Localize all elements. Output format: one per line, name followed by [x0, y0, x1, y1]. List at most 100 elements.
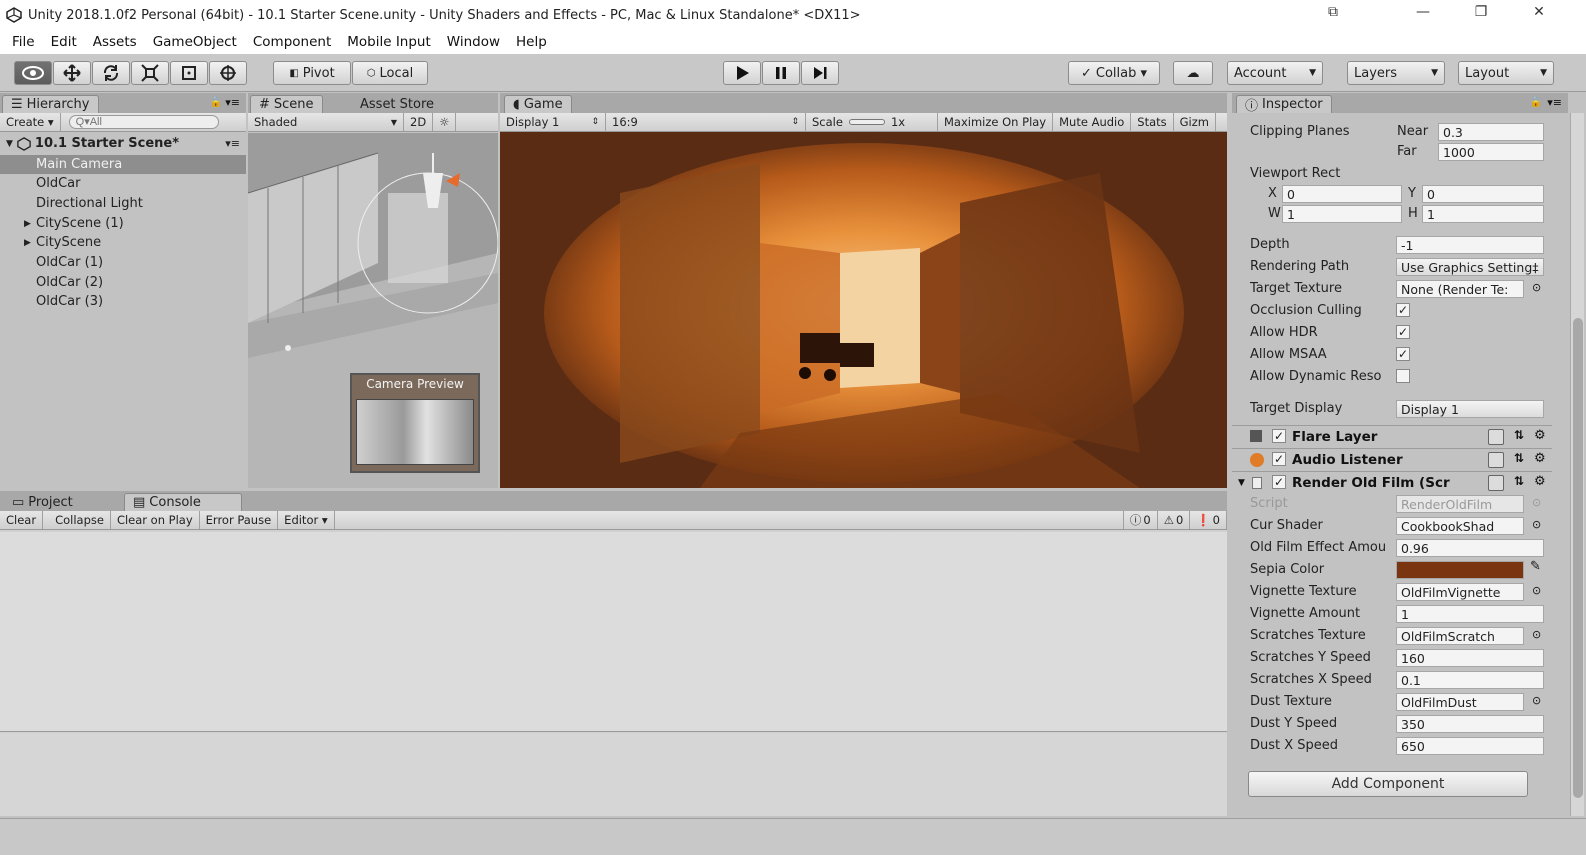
- scene-root-row[interactable]: ▼ 10.1 Starter Scene* ▾≡: [0, 134, 246, 153]
- tab-game[interactable]: ◖ Game: [504, 95, 572, 113]
- tab-console[interactable]: ▤ Console: [124, 493, 242, 511]
- scale-tool-button[interactable]: [131, 61, 169, 85]
- allow-hdr-checkbox[interactable]: ✓: [1396, 325, 1410, 339]
- menu-gameobject[interactable]: GameObject: [145, 34, 245, 50]
- menu-file[interactable]: File: [4, 34, 43, 50]
- panel-menu-icon[interactable]: ▾≡: [1547, 96, 1562, 109]
- audio-listener-checkbox[interactable]: ✓: [1272, 452, 1286, 466]
- presets-icon[interactable]: ⇅: [1514, 428, 1524, 442]
- occlusion-culling-checkbox[interactable]: ✓: [1396, 303, 1410, 317]
- clear-on-play-toggle[interactable]: Clear on Play: [111, 511, 200, 529]
- menu-edit[interactable]: Edit: [43, 34, 85, 50]
- near-field[interactable]: 0.3: [1438, 123, 1544, 141]
- tab-hierarchy[interactable]: ☰ Hierarchy: [2, 95, 99, 113]
- help-book-icon[interactable]: [1488, 452, 1504, 468]
- lighting-toggle-icon[interactable]: ☼: [433, 113, 457, 131]
- inspector-scrollbar[interactable]: [1570, 113, 1584, 816]
- slider-track[interactable]: [848, 119, 885, 125]
- local-toggle[interactable]: ⬡ Local: [352, 61, 428, 85]
- far-field[interactable]: 1000: [1438, 143, 1544, 161]
- collab-dropdown[interactable]: ✓ Collab ▾: [1068, 61, 1160, 85]
- viewport-y-field[interactable]: 0: [1422, 185, 1544, 203]
- layers-dropdown[interactable]: Layers ▼: [1347, 61, 1445, 85]
- scene-menu-icon[interactable]: ▾≡: [225, 137, 240, 150]
- pause-button[interactable]: [762, 61, 800, 85]
- panel-menu-icon[interactable]: ▾≡: [225, 96, 240, 109]
- object-picker-icon[interactable]: ⊙: [1532, 518, 1541, 531]
- target-display-dropdown[interactable]: Display 1: [1396, 400, 1544, 418]
- lock-icon[interactable]: 🔒: [210, 97, 222, 108]
- clear-button[interactable]: Clear: [0, 511, 44, 529]
- audio-listener-header[interactable]: ✓ Audio Listener ⇅ ⚙: [1232, 448, 1552, 470]
- menu-assets[interactable]: Assets: [85, 34, 145, 50]
- step-button[interactable]: [801, 61, 839, 85]
- flare-layer-checkbox[interactable]: ✓: [1272, 429, 1286, 443]
- menu-component[interactable]: Component: [245, 34, 339, 50]
- scratches-y-speed-field[interactable]: 160: [1396, 649, 1544, 667]
- warning-count-toggle[interactable]: ⚠ 0: [1158, 511, 1191, 529]
- display-dropdown[interactable]: Display 1 ⇕: [500, 113, 606, 131]
- list-item[interactable]: Directional Light: [0, 194, 246, 213]
- viewport-w-field[interactable]: 1: [1282, 205, 1402, 223]
- info-count-toggle[interactable]: ⓘ 0: [1122, 511, 1158, 529]
- console-detail-area[interactable]: [0, 733, 1227, 816]
- list-item[interactable]: OldCar (1): [0, 253, 246, 272]
- expand-arrow-icon[interactable]: ▶: [24, 238, 31, 248]
- tab-scene[interactable]: # Scene: [250, 95, 323, 113]
- add-component-button[interactable]: Add Component: [1248, 771, 1528, 797]
- console-log-area[interactable]: [0, 532, 1227, 732]
- list-item[interactable]: ▶ CityScene (1): [0, 214, 246, 233]
- tab-inspector[interactable]: ⓘ Inspector: [1236, 95, 1332, 114]
- flare-layer-header[interactable]: ✓ Flare Layer ⇅ ⚙: [1232, 425, 1552, 447]
- object-picker-icon[interactable]: ⊙: [1532, 584, 1541, 597]
- dust-y-speed-field[interactable]: 350: [1396, 715, 1544, 733]
- error-pause-toggle[interactable]: Error Pause: [200, 511, 279, 529]
- presets-icon[interactable]: ⇅: [1514, 451, 1524, 465]
- list-item[interactable]: OldCar (2): [0, 273, 246, 292]
- object-picker-icon[interactable]: ⊙: [1532, 628, 1541, 641]
- maximize-on-play-toggle[interactable]: Maximize On Play: [938, 113, 1054, 131]
- gear-icon[interactable]: ⚙: [1534, 428, 1546, 443]
- object-picker-icon[interactable]: ⊙: [1532, 694, 1541, 707]
- dust-texture-field[interactable]: OldFilmDust: [1396, 693, 1524, 711]
- restore-layout-icon[interactable]: ⧉: [1318, 4, 1348, 20]
- expand-arrow-icon[interactable]: ▼: [1238, 478, 1245, 488]
- mode-2d-toggle[interactable]: 2D: [404, 113, 434, 131]
- rotate-tool-button[interactable]: [92, 61, 130, 85]
- pivot-toggle[interactable]: ◧ Pivot: [273, 61, 351, 85]
- aspect-dropdown[interactable]: 16:9 ⇕: [606, 113, 806, 131]
- collapse-toggle[interactable]: Collapse: [49, 511, 111, 529]
- list-item[interactable]: OldCar (3): [0, 292, 246, 311]
- menu-window[interactable]: Window: [439, 34, 508, 50]
- move-tool-button[interactable]: [53, 61, 91, 85]
- scrollbar-thumb[interactable]: [1573, 318, 1583, 798]
- expand-arrow-icon[interactable]: ▶: [24, 219, 31, 229]
- vignette-texture-field[interactable]: OldFilmVignette: [1396, 583, 1524, 601]
- transform-tool-button[interactable]: [209, 61, 247, 85]
- create-dropdown[interactable]: Create ▾: [0, 113, 61, 131]
- render-old-film-header[interactable]: ▼ ✓ Render Old Film (Scr ⇅ ⚙: [1232, 471, 1552, 493]
- close-button[interactable]: ✕: [1524, 4, 1554, 20]
- shading-mode-dropdown[interactable]: Shaded ▼: [248, 113, 404, 131]
- game-viewport[interactable]: [500, 133, 1227, 488]
- help-book-icon[interactable]: [1488, 429, 1504, 445]
- maximize-button[interactable]: ❐: [1466, 4, 1496, 20]
- vignette-amount-field[interactable]: 1: [1396, 605, 1544, 623]
- menu-help[interactable]: Help: [508, 34, 555, 50]
- eyedropper-icon[interactable]: ✎: [1530, 559, 1541, 574]
- render-old-film-checkbox[interactable]: ✓: [1272, 475, 1286, 489]
- list-item[interactable]: Main Camera: [0, 155, 246, 174]
- old-film-effect-amount-field[interactable]: 0.96: [1396, 539, 1544, 557]
- depth-field[interactable]: -1: [1396, 236, 1544, 254]
- gear-icon[interactable]: ⚙: [1534, 451, 1546, 466]
- tab-project[interactable]: ▭ Project: [4, 493, 81, 511]
- list-item[interactable]: OldCar: [0, 174, 246, 193]
- help-book-icon[interactable]: [1488, 475, 1504, 491]
- target-texture-field[interactable]: None (Render Te:: [1396, 280, 1524, 298]
- cloud-button[interactable]: ☁: [1173, 61, 1213, 85]
- viewport-h-field[interactable]: 1: [1422, 205, 1544, 223]
- lock-icon[interactable]: 🔒: [1530, 97, 1542, 108]
- rendering-path-dropdown[interactable]: Use Graphics Setting‡: [1396, 258, 1544, 276]
- list-item[interactable]: ▶ CityScene: [0, 233, 246, 252]
- rect-tool-button[interactable]: [170, 61, 208, 85]
